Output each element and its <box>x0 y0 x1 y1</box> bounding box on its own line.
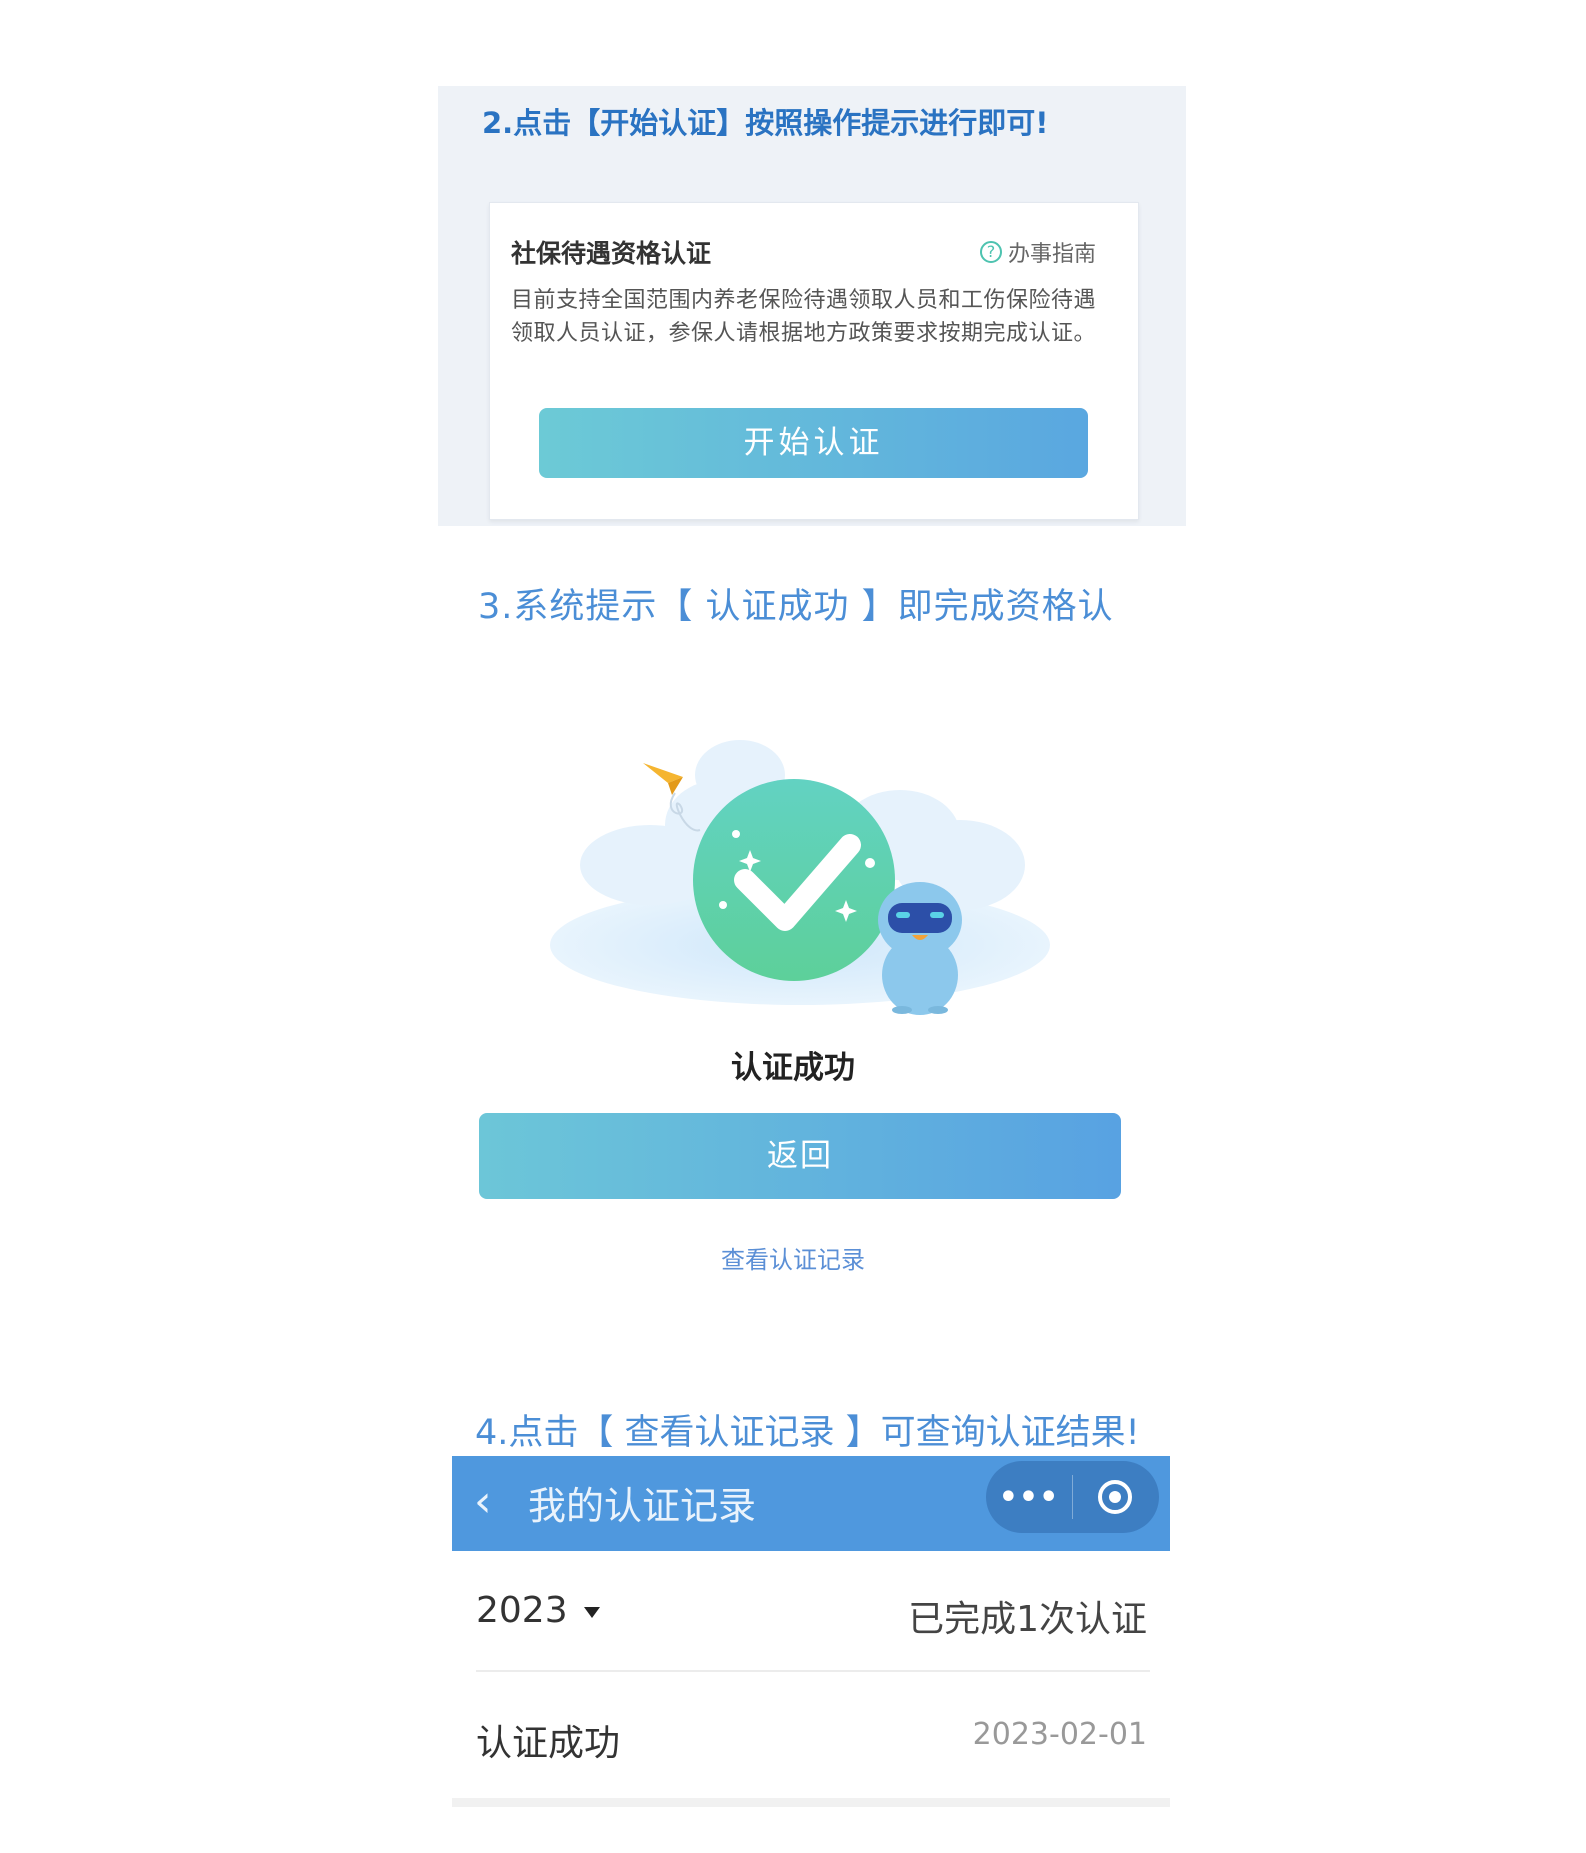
guide-link[interactable]: ? 办事指南 <box>980 236 1096 268</box>
year-label: 2023 <box>476 1590 568 1631</box>
more-dots-icon[interactable]: ••• <box>986 1480 1072 1515</box>
completed-count: 已完成1次认证 <box>908 1599 1147 1640</box>
year-selector[interactable]: 2023 <box>476 1590 600 1631</box>
record-date: 2023-02-01 <box>972 1717 1147 1752</box>
result-title: 认证成功 <box>731 1050 855 1086</box>
capsule-divider <box>1072 1475 1073 1519</box>
check-circle-icon <box>693 779 895 981</box>
list-bottom-strip <box>452 1798 1170 1807</box>
target-circle-icon[interactable] <box>1098 1480 1132 1514</box>
card-title: 社保待遇资格认证 <box>511 239 712 268</box>
step3-heading: 3.系统提示【 认证成功 】即完成资格认 <box>478 587 1114 627</box>
step2-heading: 2.点击【开始认证】按照操作提示进行即可! <box>482 106 1049 140</box>
start-certification-button[interactable]: 开始认证 <box>539 408 1088 478</box>
chevron-left-icon[interactable]: ‹ <box>474 1472 492 1532</box>
question-circle-icon: ? <box>980 241 1002 263</box>
record-status: 认证成功 <box>476 1723 621 1764</box>
view-records-link[interactable]: 查看认证记录 <box>0 1240 1586 1275</box>
success-check-illustration <box>550 740 1050 1015</box>
mini-program-capsule: ••• <box>986 1461 1159 1533</box>
guide-label: 办事指南 <box>1008 242 1097 267</box>
card-description: 目前支持全国范围内养老保险待遇领取人员和工伤保险待遇领取人员认证，参保人请根据地… <box>511 288 1097 346</box>
triangle-down-icon <box>583 1607 600 1618</box>
back-button[interactable]: 返回 <box>479 1113 1121 1199</box>
step4-heading: 4.点击【 查看认证记录 】可查询认证结果! <box>475 1413 1140 1453</box>
page-title: 我的认证记录 <box>528 1484 757 1528</box>
divider <box>476 1670 1150 1672</box>
